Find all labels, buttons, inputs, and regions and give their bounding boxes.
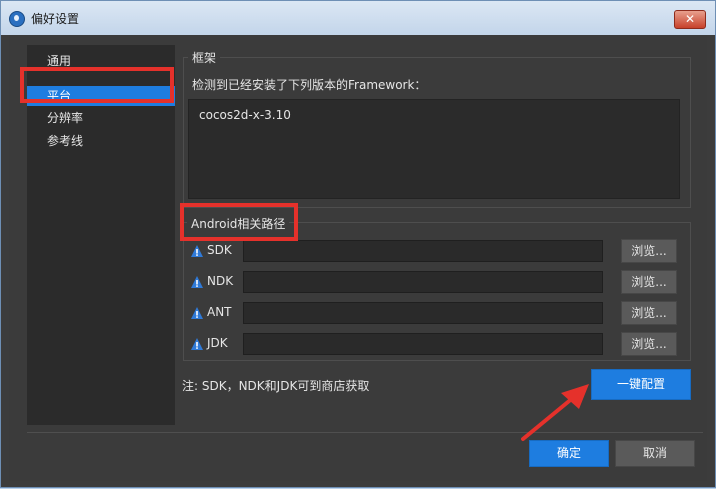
- jdk-label: JDK: [207, 336, 228, 350]
- cancel-button[interactable]: 取消: [615, 440, 695, 467]
- preferences-window: 偏好设置 ✕ 通用 平台 分辨率 参考线 框架 检测到已经安装了下列版本的Fra…: [0, 0, 716, 488]
- app-icon: [9, 11, 25, 27]
- framework-description: 检测到已经安装了下列版本的Framework：: [192, 78, 427, 92]
- ndk-label: NDK: [207, 274, 234, 288]
- auto-config-button[interactable]: 一键配置: [591, 369, 691, 400]
- framework-list: cocos2d-x-3.10: [188, 99, 680, 199]
- ant-path-input[interactable]: [243, 302, 603, 324]
- ndk-path-input[interactable]: [243, 271, 603, 293]
- sdk-browse-button[interactable]: 浏览...: [621, 239, 677, 263]
- android-paths-group: Android相关路径 SDK 浏览... NDK 浏览... ANT 浏览..…: [183, 215, 691, 361]
- android-legend-highlight-annotation: [180, 203, 298, 241]
- warning-icon: [191, 307, 203, 319]
- title-bar: 偏好设置 ✕: [1, 1, 715, 35]
- sidebar-item-resolution[interactable]: 分辨率: [27, 108, 175, 128]
- close-button[interactable]: ✕: [674, 10, 706, 29]
- jdk-path-input[interactable]: [243, 333, 603, 355]
- footer-divider: [27, 432, 703, 433]
- sidebar-highlight-annotation: [20, 67, 174, 103]
- store-note: 注: SDK，NDK和JDK可到商店获取: [182, 379, 370, 393]
- sdk-label: SDK: [207, 243, 232, 257]
- jdk-browse-button[interactable]: 浏览...: [621, 332, 677, 356]
- framework-legend: 框架: [188, 49, 221, 66]
- ant-browse-button[interactable]: 浏览...: [621, 301, 677, 325]
- ant-label: ANT: [207, 305, 232, 319]
- framework-version-item[interactable]: cocos2d-x-3.10: [199, 108, 291, 122]
- warning-icon: [191, 245, 203, 257]
- ok-button[interactable]: 确定: [529, 440, 609, 467]
- sdk-path-input[interactable]: [243, 240, 603, 262]
- dialog-body: 通用 平台 分辨率 参考线 框架 检测到已经安装了下列版本的Framework：…: [9, 35, 707, 481]
- warning-icon: [191, 276, 203, 288]
- framework-group: 框架 检测到已经安装了下列版本的Framework： cocos2d-x-3.1…: [183, 49, 691, 208]
- warning-icon: [191, 338, 203, 350]
- window-title: 偏好设置: [31, 12, 80, 26]
- ndk-browse-button[interactable]: 浏览...: [621, 270, 677, 294]
- sidebar-item-guides[interactable]: 参考线: [27, 131, 175, 151]
